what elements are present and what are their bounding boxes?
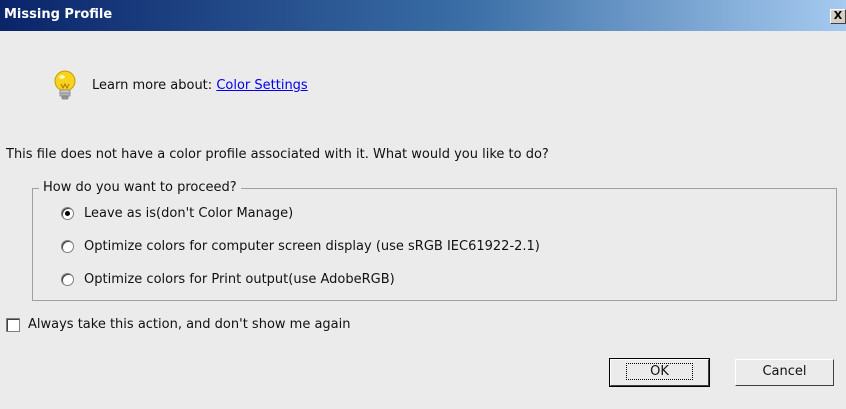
radio-adobergb[interactable]	[61, 273, 74, 286]
ok-button[interactable]: OK	[609, 358, 710, 387]
close-button[interactable]: X	[830, 9, 846, 24]
always-action-row[interactable]: Always take this action, and don't show …	[6, 317, 351, 332]
option-label: Leave as is(don't Color Manage)	[84, 206, 294, 221]
radio-srgb[interactable]	[61, 240, 74, 253]
learn-more-label: Learn more about:	[92, 78, 213, 93]
learn-more-row: Learn more about: Color Settings	[92, 78, 308, 93]
radio-leave-as-is[interactable]	[61, 207, 74, 220]
profile-question: This file does not have a color profile …	[6, 147, 549, 162]
close-icon: X	[833, 9, 843, 22]
cancel-button[interactable]: Cancel	[735, 359, 834, 386]
color-settings-link[interactable]: Color Settings	[216, 78, 307, 93]
option-label: Optimize colors for Print output(use Ado…	[84, 272, 395, 287]
proceed-legend: How do you want to proceed?	[39, 180, 241, 195]
option-srgb[interactable]: Optimize colors for computer screen disp…	[61, 239, 540, 254]
option-leave-as-is[interactable]: Leave as is(don't Color Manage)	[61, 206, 293, 221]
always-action-label: Always take this action, and don't show …	[28, 317, 351, 332]
option-adobergb[interactable]: Optimize colors for Print output(use Ado…	[61, 272, 395, 287]
proceed-groupbox: How do you want to proceed? Leave as is(…	[32, 180, 837, 301]
missing-profile-dialog: Missing Profile X Learn more about: Colo…	[0, 0, 846, 409]
dialog-title: Missing Profile	[4, 7, 113, 22]
title-bar[interactable]: Missing Profile X	[0, 0, 846, 31]
always-action-checkbox[interactable]	[6, 317, 20, 332]
option-label: Optimize colors for computer screen disp…	[84, 239, 540, 254]
lightbulb-icon	[54, 70, 76, 100]
ok-label: OK	[626, 363, 693, 380]
